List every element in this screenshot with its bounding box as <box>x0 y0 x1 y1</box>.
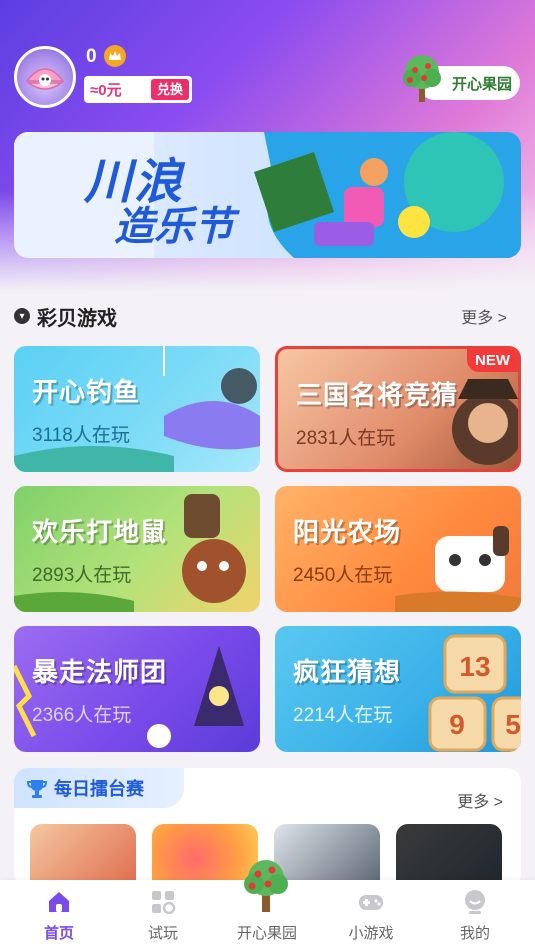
game-card-farm[interactable]: 阳光农场 2450人在玩 <box>275 486 521 612</box>
svg-text:9: 9 <box>449 709 465 740</box>
arena-game-thumb[interactable] <box>30 824 136 888</box>
banner-subtitle: 造乐节 <box>114 205 234 249</box>
cash-balance: ≈0元 兑换 <box>84 76 192 103</box>
coin-count: 0 <box>86 46 97 67</box>
game-card-wizard[interactable]: 暴走法师团 2366人在玩 <box>14 626 260 752</box>
shell-icon: ▾ <box>14 308 30 324</box>
mole-illustration <box>14 494 246 612</box>
tab-trial[interactable]: 试玩 <box>118 888 208 948</box>
cash-amount: ≈0元 <box>90 82 122 99</box>
arena-header: 每日擂台赛 <box>14 768 184 808</box>
tree-icon <box>403 55 441 102</box>
section-header: ▾ 彩贝游戏 更多 > <box>14 302 521 330</box>
game-card-three-kingdoms[interactable]: NEW 三国名将竞猜 2831人在玩 <box>275 346 521 472</box>
tab-profile[interactable]: 我的 <box>430 888 520 948</box>
wizard-illustration <box>14 646 244 748</box>
game-players: 2450人在玩 <box>293 565 393 586</box>
tab-label: 试玩 <box>147 925 178 942</box>
fish-illustration <box>14 346 260 472</box>
more-games-link[interactable]: 更多 > <box>461 304 507 328</box>
game-name: 疯狂猜想 <box>293 657 402 687</box>
tab-label: 首页 <box>43 925 74 942</box>
cow-illustration <box>395 526 521 612</box>
orchard-tree-icon <box>244 860 288 912</box>
grid-icon <box>152 891 176 915</box>
tab-mini-games[interactable]: 小游戏 <box>326 888 416 948</box>
game-name: 欢乐打地鼠 <box>32 517 168 547</box>
game-players: 2831人在玩 <box>296 428 396 449</box>
game-card-fishing[interactable]: 开心钓鱼 3118人在玩 <box>14 346 260 472</box>
tab-label: 开心果园 <box>236 925 297 942</box>
crown-icon <box>104 45 126 67</box>
tab-label: 小游戏 <box>348 925 394 942</box>
tab-label: 我的 <box>459 925 490 942</box>
arena-game-thumb[interactable] <box>396 824 502 888</box>
promo-banner[interactable]: 川浪 造乐节 <box>14 132 521 258</box>
section-title: 彩贝游戏 <box>37 307 117 330</box>
game-card-whack-mole[interactable]: 欢乐打地鼠 2893人在玩 <box>14 486 260 612</box>
number-tiles-illustration: 13 9 5 <box>428 634 521 752</box>
game-card-crazy-guess[interactable]: 13 9 5 疯狂猜想 2214人在玩 <box>275 626 521 752</box>
game-players: 2366人在玩 <box>32 705 132 726</box>
arena-title: 每日擂台赛 <box>54 779 144 799</box>
orchard-entry[interactable]: 开心果园 <box>398 52 520 102</box>
game-name: 暴走法师团 <box>32 657 168 687</box>
game-name: 三国名将竞猜 <box>296 380 459 410</box>
game-name: 开心钓鱼 <box>32 377 141 407</box>
tab-home[interactable]: 首页 <box>14 888 104 948</box>
game-name: 阳光农场 <box>293 517 402 547</box>
exchange-button[interactable]: 兑换 <box>150 79 189 100</box>
gamepad-icon <box>359 895 383 910</box>
new-badge: NEW <box>467 349 518 372</box>
game-players: 3118人在玩 <box>32 425 130 446</box>
avatar[interactable] <box>14 46 76 108</box>
shell-mascot-icon <box>25 68 65 90</box>
svg-text:5: 5 <box>505 709 521 740</box>
arena-more-link[interactable]: 更多 > <box>457 788 503 812</box>
trophy-icon <box>26 780 48 798</box>
home-icon <box>49 892 69 912</box>
game-players: 2214人在玩 <box>293 705 393 726</box>
profile-icon <box>465 890 485 914</box>
svg-text:13: 13 <box>459 651 490 682</box>
game-players: 2893人在玩 <box>32 565 132 586</box>
